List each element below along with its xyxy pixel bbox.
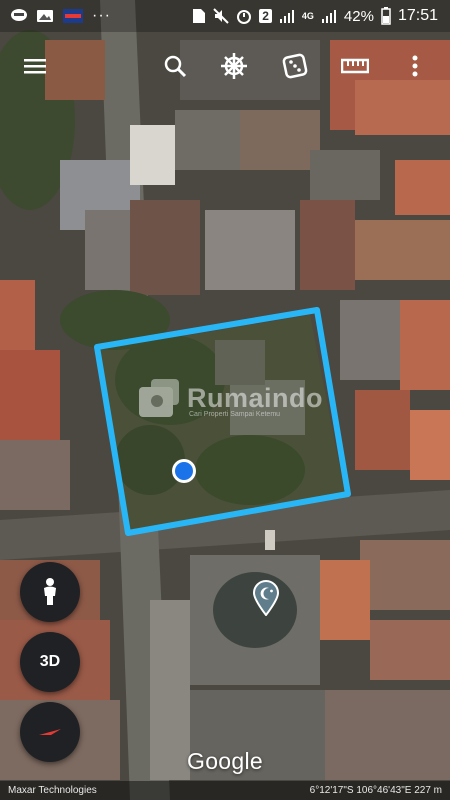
3d-label: 3D <box>39 653 61 670</box>
signal-icon <box>279 10 294 23</box>
footer-bar: Maxar Technologies 6°12'17"S 106°46'43"E… <box>0 781 450 800</box>
hotstuff-app-icon <box>63 9 83 23</box>
dice-icon <box>282 53 308 79</box>
sim-card-icon <box>193 9 206 23</box>
3d-toggle-button[interactable]: 3D <box>20 632 80 692</box>
battery-icon <box>381 7 391 25</box>
map-toolbar <box>0 40 450 92</box>
imagery-attribution: Maxar Technologies <box>8 785 97 796</box>
status-bar: ··· 2 4G 42% 17:51 <box>0 0 450 32</box>
network-label: 4G <box>301 11 314 21</box>
mute-icon <box>213 8 229 24</box>
compass-icon <box>39 729 61 735</box>
pegman-icon <box>44 578 56 605</box>
ruler-icon <box>341 58 369 74</box>
battery-percent: 42% <box>343 7 374 25</box>
watermark: Rumaindo Cari Properti Sampai Ketemu <box>137 377 323 419</box>
rumaindo-logo-icon <box>139 379 179 417</box>
alarm-icon <box>237 10 252 24</box>
menu-button[interactable] <box>15 46 55 86</box>
line-icon <box>11 9 27 21</box>
street-view-button[interactable] <box>20 562 80 622</box>
status-time: 17:51 <box>397 7 438 24</box>
sim-badge: 2 <box>259 9 272 23</box>
voyager-wheel-icon <box>221 53 247 79</box>
watermark-tagline: Cari Properti Sampai Ketemu <box>189 411 281 418</box>
more-dots-icon: ··· <box>92 7 111 24</box>
location-dot[interactable] <box>175 462 193 480</box>
watermark-brand: Rumaindo <box>187 382 323 413</box>
measure-button[interactable] <box>335 46 375 86</box>
search-icon <box>164 55 187 78</box>
more-options-button[interactable] <box>395 46 435 86</box>
more-options-icon <box>412 55 418 77</box>
signal-icon-2 <box>321 10 336 23</box>
gallery-icon <box>37 10 53 22</box>
google-logo: Google <box>187 748 263 774</box>
voyager-button[interactable] <box>214 46 254 86</box>
search-button[interactable] <box>155 46 195 86</box>
mosque-pin-icon[interactable] <box>252 580 280 616</box>
menu-icon <box>24 59 46 74</box>
feeling-lucky-button[interactable] <box>275 46 315 86</box>
coordinates-readout: 6°12'17"S 106°46'43"E 227 m <box>309 785 442 796</box>
